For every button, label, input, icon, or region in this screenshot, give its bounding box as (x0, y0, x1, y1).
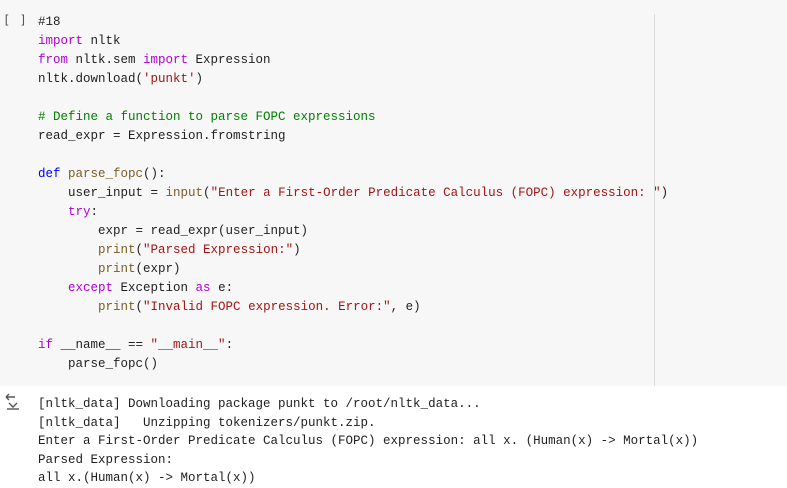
code-line: import nltk (38, 32, 668, 51)
code-line: from nltk.sem import Expression (38, 51, 668, 70)
code-token: nltk.sem (68, 53, 144, 67)
code-line: if __name__ == "__main__": (38, 336, 668, 355)
code-token: ) (195, 72, 204, 86)
cell-output: [nltk_data] Downloading package punkt to… (38, 395, 698, 488)
code-line: print("Parsed Expression:") (38, 241, 668, 260)
code-token: __name__ == (53, 338, 151, 352)
code-token: Expression (188, 53, 271, 67)
code-line: # Define a function to parse FOPC expres… (38, 108, 668, 127)
output-line: [nltk_data] Unzipping tokenizers/punkt.z… (38, 415, 376, 430)
code-token: ) (293, 243, 301, 257)
code-token: parse_fopc (68, 167, 144, 181)
code-token: nltk.download( (38, 72, 144, 86)
output-line: Enter a First-Order Predicate Calculus (… (38, 434, 699, 449)
code-token: ( (135, 243, 144, 257)
code-line: def parse_fopc(): (38, 165, 668, 184)
output-line: Parsed Expression: (38, 452, 174, 467)
code-token: nltk (83, 34, 121, 48)
code-cell[interactable]: [ ] #18 import nltk from nltk.sem import E… (0, 0, 787, 386)
code-editor[interactable]: #18 import nltk from nltk.sem import Expre… (38, 13, 668, 374)
run-cell-button[interactable]: [ ] (3, 13, 28, 27)
code-line: try: (38, 203, 668, 222)
code-token: print (98, 262, 136, 276)
line-length-ruler (654, 14, 655, 386)
code-line: #18 (38, 13, 668, 32)
code-token: read_expr = Expression.fromstring (38, 129, 286, 143)
code-token: ( (135, 300, 144, 314)
code-line: print("Invalid FOPC expression. Error:",… (38, 298, 668, 317)
code-token: ( (203, 186, 211, 200)
output-line: [nltk_data] Downloading package punkt to… (38, 397, 481, 411)
code-token: (): (143, 167, 166, 181)
code-token: expr = read_expr(user_input) (38, 224, 309, 238)
code-token: if (38, 338, 54, 352)
code-line: expr = read_expr(user_input) (38, 222, 668, 241)
code-token: def (38, 167, 61, 181)
code-token: 'punkt' (143, 72, 196, 86)
code-token: (expr) (135, 262, 181, 276)
code-token: #18 (38, 15, 61, 29)
code-token: , e) (390, 300, 421, 314)
code-token: : (225, 338, 234, 352)
code-token: input (165, 186, 204, 200)
code-token: except (68, 281, 114, 295)
code-token: from (38, 53, 69, 67)
code-line: print(expr) (38, 260, 668, 279)
code-token: print (98, 300, 136, 314)
code-line: user_input = input("Enter a First-Order … (38, 184, 668, 203)
code-token: "__main__" (150, 338, 226, 352)
code-token: try (68, 205, 91, 219)
output-line: all x.(Human(x) -> Mortal(x)) (38, 471, 256, 486)
code-token: "Parsed Expression:" (143, 243, 294, 257)
code-line: read_expr = Expression.fromstring (38, 127, 668, 146)
code-token: ) (660, 186, 669, 200)
code-token: # Define a function to parse FOPC expres… (38, 110, 376, 124)
code-token: Exception (113, 281, 196, 295)
code-token: : (90, 205, 99, 219)
code-token: import (143, 53, 189, 67)
code-token: user_input = (38, 186, 166, 200)
code-token: import (38, 34, 84, 48)
code-line: nltk.download('punkt') (38, 70, 668, 89)
code-token: "Invalid FOPC expression. Error:" (143, 300, 391, 314)
code-token: as (195, 281, 211, 295)
output-expand-icon[interactable] (3, 392, 23, 412)
code-token: print (98, 243, 136, 257)
code-line: parse_fopc() (38, 355, 668, 374)
code-token: parse_fopc() (38, 357, 159, 371)
code-token: "Enter a First-Order Predicate Calculus … (210, 186, 661, 200)
code-line: except Exception as e: (38, 279, 668, 298)
code-token: e: (210, 281, 234, 295)
